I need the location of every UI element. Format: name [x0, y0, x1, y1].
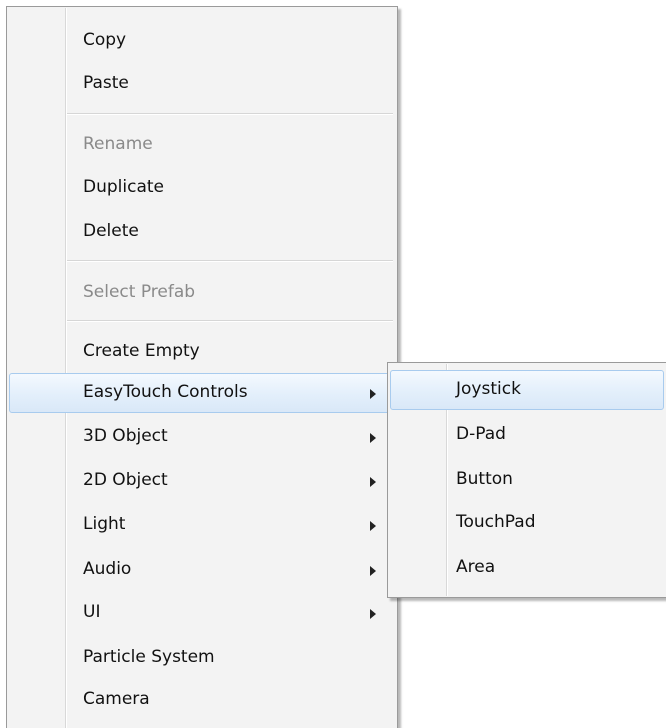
menu-item-easytouch-controls[interactable]: EasyTouch Controls	[9, 373, 395, 413]
submenu-item-d-pad[interactable]: D-Pad	[390, 415, 664, 455]
menu-item-label: 2D Object	[83, 470, 168, 490]
menu-item-light[interactable]: Light	[9, 505, 395, 545]
submenu-item-label: Area	[456, 557, 496, 577]
menu-item-label: Select Prefab	[83, 282, 196, 302]
easytouch-controls-submenu: Joystick D-Pad Button TouchPad Area	[387, 362, 666, 598]
menu-separator	[67, 320, 393, 322]
menu-item-delete[interactable]: Delete	[9, 212, 395, 252]
menu-item-2d-object[interactable]: 2D Object	[9, 461, 395, 501]
submenu-item-button[interactable]: Button	[390, 460, 664, 500]
submenu-item-area[interactable]: Area	[390, 548, 664, 588]
menu-item-label: Duplicate	[83, 177, 164, 197]
menu-item-rename: Rename	[9, 125, 395, 165]
menu-separator	[67, 260, 393, 262]
submenu-item-label: D-Pad	[456, 424, 506, 444]
submenu-arrow-icon	[370, 609, 376, 619]
submenu-arrow-icon	[370, 389, 376, 399]
submenu-arrow-icon	[370, 566, 376, 576]
menu-item-ui[interactable]: UI	[9, 593, 395, 633]
menu-separator	[67, 113, 393, 115]
menu-item-camera[interactable]: Camera	[9, 680, 395, 720]
menu-item-label: UI	[83, 602, 101, 622]
submenu-item-label: TouchPad	[456, 512, 536, 532]
menu-item-paste[interactable]: Paste	[9, 64, 395, 104]
menu-item-label: Create Empty	[83, 341, 200, 361]
menu-item-label: Paste	[83, 73, 129, 93]
menu-item-label: EasyTouch Controls	[83, 382, 248, 402]
menu-item-3d-object[interactable]: 3D Object	[9, 417, 395, 457]
menu-item-select-prefab: Select Prefab	[9, 273, 395, 313]
menu-item-label: Audio	[83, 559, 132, 579]
context-menu: Copy Paste Rename Duplicate Delete Selec…	[6, 6, 398, 728]
menu-item-create-empty[interactable]: Create Empty	[9, 332, 395, 372]
menu-item-label: Camera	[83, 689, 150, 709]
menu-item-label: 3D Object	[83, 426, 168, 446]
menu-item-audio[interactable]: Audio	[9, 550, 395, 590]
menu-item-duplicate[interactable]: Duplicate	[9, 168, 395, 208]
menu-item-particle-system[interactable]: Particle System	[9, 638, 395, 678]
submenu-arrow-icon	[370, 521, 376, 531]
menu-item-label: Light	[83, 514, 126, 534]
submenu-item-label: Button	[456, 469, 513, 489]
menu-item-label: Rename	[83, 134, 153, 154]
submenu-arrow-icon	[370, 477, 376, 487]
menu-item-label: Copy	[83, 30, 127, 50]
submenu-item-label: Joystick	[456, 379, 521, 399]
menu-item-label: Delete	[83, 221, 139, 241]
submenu-arrow-icon	[370, 433, 376, 443]
menu-item-label: Particle System	[83, 647, 215, 667]
submenu-item-joystick[interactable]: Joystick	[390, 370, 664, 410]
menu-item-copy[interactable]: Copy	[9, 21, 395, 61]
submenu-item-touchpad[interactable]: TouchPad	[390, 503, 664, 543]
